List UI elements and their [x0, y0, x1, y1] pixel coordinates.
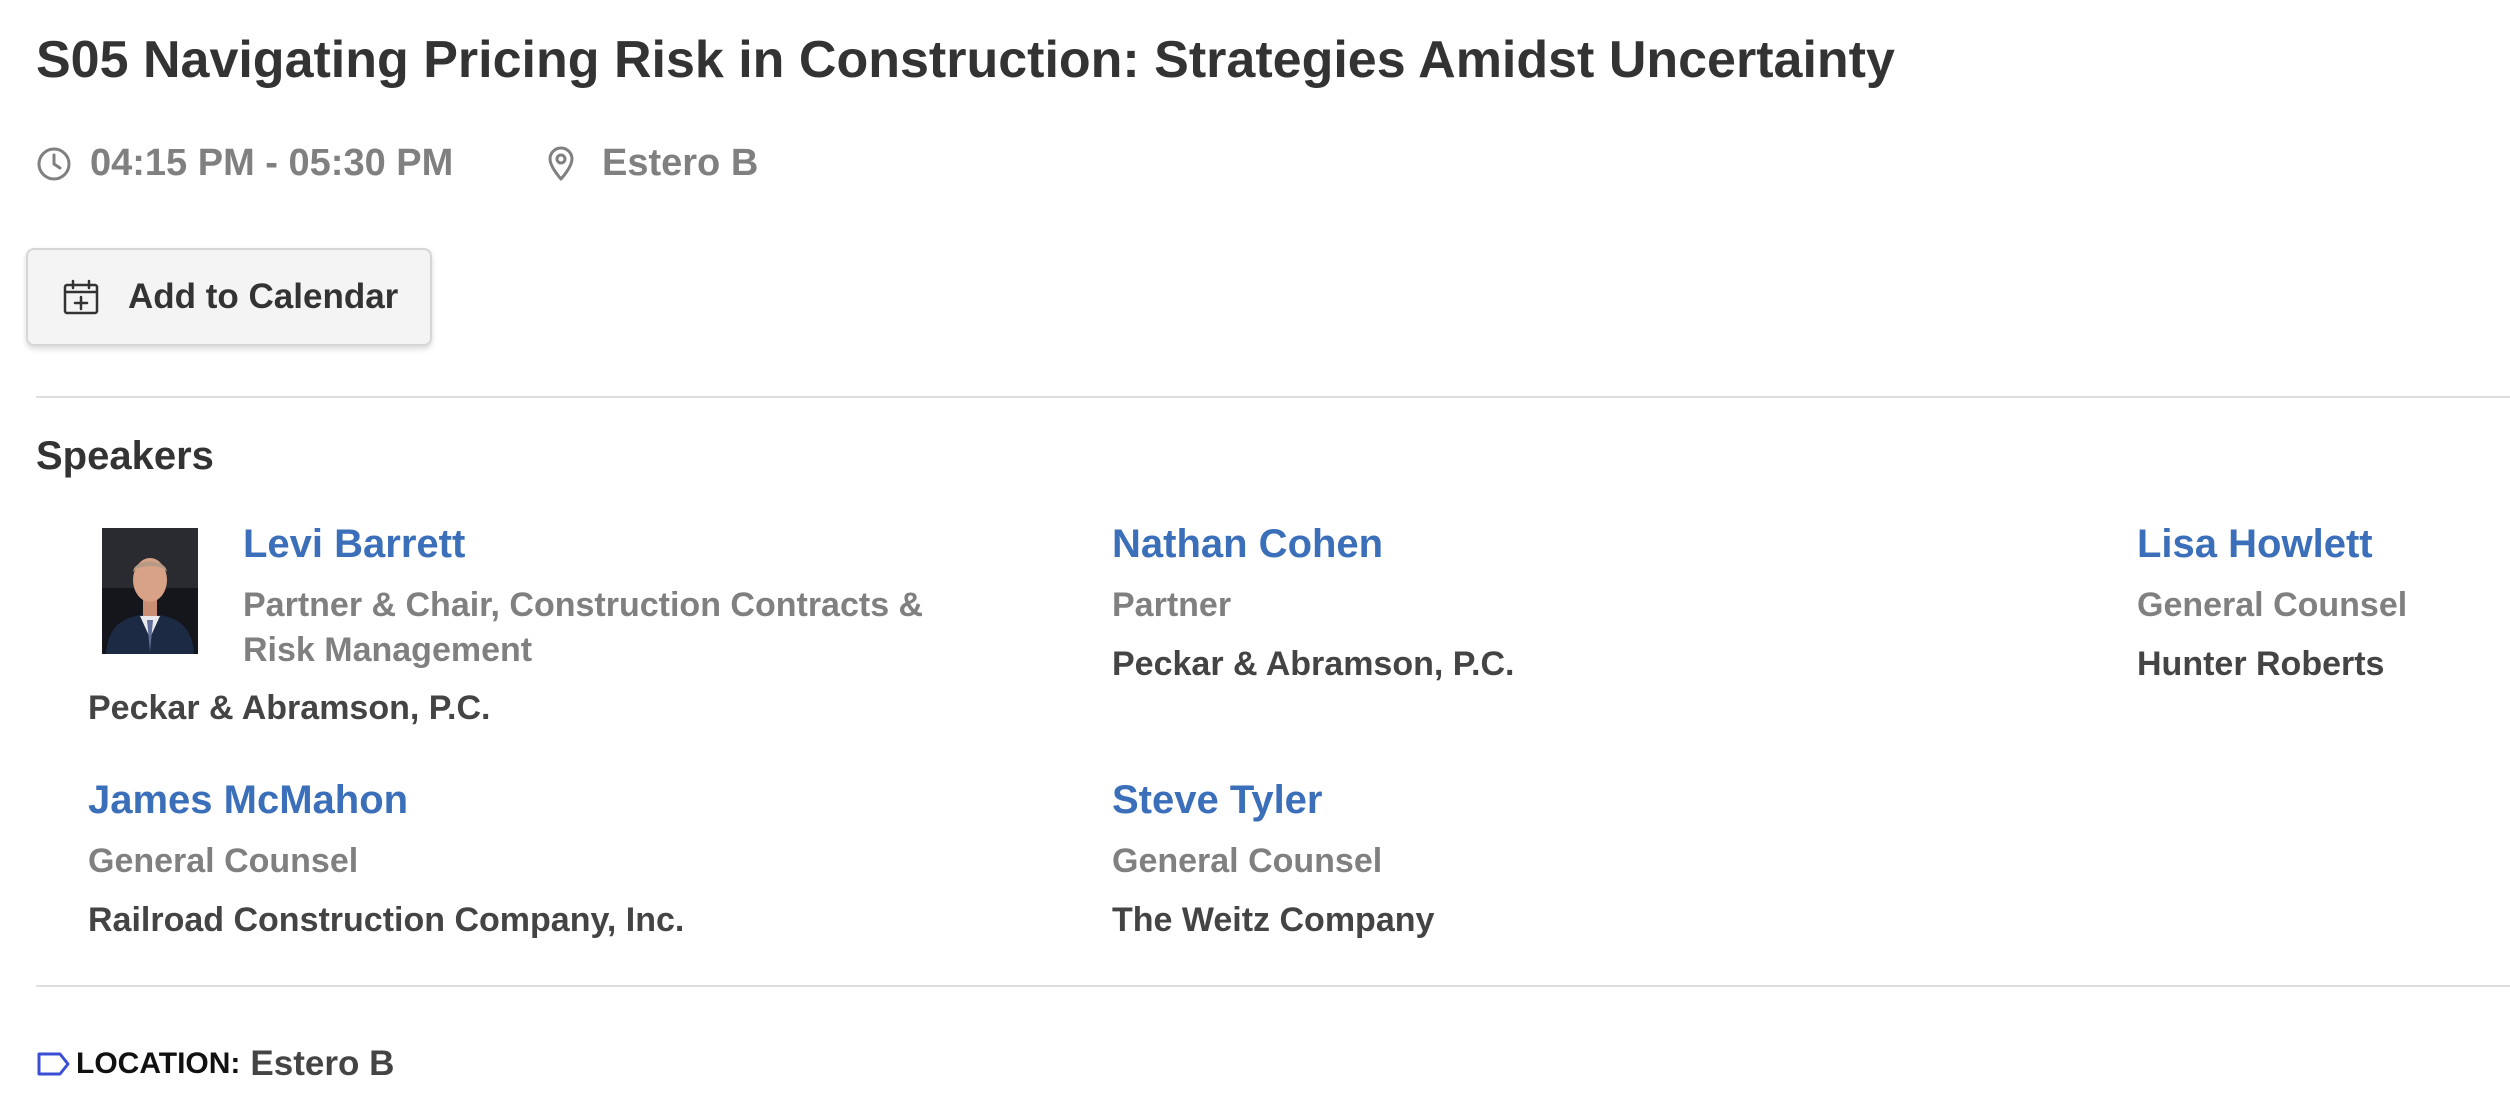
speaker-title: General Counsel	[88, 842, 359, 880]
speaker-title: Partner & Chair, Construction Contracts …	[243, 586, 924, 669]
session-time-text: 04:15 PM - 05:30 PM	[90, 142, 454, 184]
speaker-name-nathan-cohen[interactable]: Nathan Cohen	[1112, 522, 1383, 567]
tag-icon	[36, 1050, 76, 1078]
speaker-name-levi-barrett[interactable]: Levi Barrett	[243, 522, 465, 567]
speaker-organization: Peckar & Abramson, P.C.	[88, 689, 491, 727]
speaker-name-steve-tyler[interactable]: Steve Tyler	[1112, 778, 1323, 823]
speaker-organization: The Weitz Company	[1112, 901, 1435, 939]
session-time: 04:15 PM - 05:30 PM	[36, 142, 453, 185]
speaker-organization: Peckar & Abramson, P.C.	[1112, 645, 1515, 683]
map-pin-icon	[546, 146, 602, 182]
speaker-name-james-mcmahon[interactable]: James McMahon	[88, 778, 408, 823]
calendar-add-icon	[62, 278, 128, 316]
session-location: Estero B	[546, 142, 758, 185]
location-footer: LOCATION: Estero B	[36, 1044, 394, 1084]
speaker-organization: Hunter Roberts	[2137, 645, 2385, 683]
session-title: S05 Navigating Pricing Risk in Construct…	[36, 31, 1895, 89]
location-label: LOCATION:	[76, 1047, 241, 1080]
speakers-heading: Speakers	[36, 434, 214, 478]
speaker-name-lisa-howlett[interactable]: Lisa Howlett	[2137, 522, 2373, 567]
speaker-title: General Counsel	[2137, 586, 2408, 624]
speaker-organization: Railroad Construction Company, Inc.	[88, 901, 685, 939]
add-to-calendar-button[interactable]: Add to Calendar	[26, 248, 432, 346]
location-value: Estero B	[250, 1044, 395, 1083]
speaker-title: Partner	[1112, 586, 1232, 624]
speaker-photo[interactable]	[102, 528, 198, 654]
session-location-text: Estero B	[602, 142, 759, 184]
section-divider	[36, 396, 2510, 398]
add-to-calendar-label: Add to Calendar	[128, 277, 399, 316]
section-divider	[36, 985, 2510, 987]
speaker-title: General Counsel	[1112, 842, 1383, 880]
clock-icon	[36, 146, 90, 182]
